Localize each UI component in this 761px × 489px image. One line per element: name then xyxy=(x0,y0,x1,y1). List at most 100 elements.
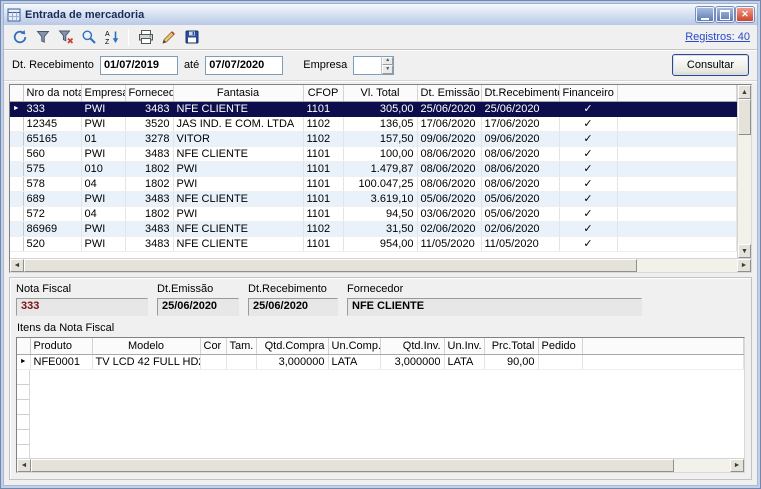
col-fantasia[interactable]: Fantasia xyxy=(173,85,303,101)
cell: 05/06/2020 xyxy=(481,191,559,206)
date-from-input[interactable] xyxy=(100,56,178,75)
col-modelo[interactable]: Modelo xyxy=(92,338,200,354)
scroll-thumb[interactable] xyxy=(31,459,674,472)
sort-az-icon[interactable]: AZ xyxy=(101,27,122,48)
items-table: Produto Modelo Cor Tam. Qtd.Compra Un.Co… xyxy=(17,338,744,370)
spin-down-icon[interactable]: ▼ xyxy=(382,65,393,74)
table-row[interactable]: 689PWI3483NFE CLIENTE11013.619,1005/06/2… xyxy=(10,191,737,206)
close-button[interactable] xyxy=(736,7,754,22)
maximize-button[interactable] xyxy=(716,7,734,22)
dt-recebimento-value: 25/06/2020 xyxy=(248,298,338,316)
notes-horizontal-scrollbar[interactable]: ◄ ► xyxy=(10,258,751,272)
edit-icon[interactable] xyxy=(158,27,179,48)
scroll-track[interactable] xyxy=(24,259,737,272)
save-icon[interactable] xyxy=(181,27,202,48)
col-fornecedor[interactable]: Fornecedor xyxy=(125,85,173,101)
cell: 157,50 xyxy=(343,131,417,146)
col-dt-emissao[interactable]: Dt. Emissão xyxy=(417,85,481,101)
scroll-left-icon[interactable]: ◄ xyxy=(17,459,31,472)
scroll-down-icon[interactable]: ▼ xyxy=(738,244,751,258)
col-cfop[interactable]: CFOP xyxy=(303,85,343,101)
cell: 3483 xyxy=(125,101,173,116)
cell: 560 xyxy=(23,146,81,161)
refresh-icon[interactable] xyxy=(9,27,30,48)
dt-emissao-label: Dt.Emissão xyxy=(157,283,239,295)
col-qtd-compra[interactable]: Qtd.Compra xyxy=(256,338,328,354)
zoom-icon[interactable] xyxy=(78,27,99,48)
col-prc-total[interactable]: Prc.Total xyxy=(484,338,538,354)
col-empresa[interactable]: Empresa xyxy=(81,85,125,101)
col-tam[interactable]: Tam. xyxy=(226,338,256,354)
col-cor[interactable]: Cor xyxy=(200,338,226,354)
scroll-track[interactable] xyxy=(31,459,730,472)
col-vl-total[interactable]: Vl. Total xyxy=(343,85,417,101)
cell: 1102 xyxy=(303,131,343,146)
cell: 1101 xyxy=(303,161,343,176)
scroll-up-icon[interactable]: ▲ xyxy=(738,85,751,99)
col-dt-recebimento[interactable]: Dt.Recebimento xyxy=(481,85,559,101)
cell: 08/06/2020 xyxy=(481,146,559,161)
svg-text:A: A xyxy=(105,31,110,38)
cell: 3,000000 xyxy=(256,354,328,369)
cell-filler xyxy=(617,221,737,236)
scroll-track[interactable] xyxy=(738,135,751,244)
consultar-button[interactable]: Consultar xyxy=(672,54,749,76)
cell: 136,05 xyxy=(343,116,417,131)
table-row[interactable]: 578041802PWI1101100.047,2508/06/202008/0… xyxy=(10,176,737,191)
cell: 08/06/2020 xyxy=(417,146,481,161)
scroll-thumb[interactable] xyxy=(24,259,637,272)
items-header-row: Produto Modelo Cor Tam. Qtd.Compra Un.Co… xyxy=(17,338,744,354)
table-row[interactable]: 520PWI3483NFE CLIENTE1101954,0011/05/202… xyxy=(10,236,737,251)
scroll-right-icon[interactable]: ► xyxy=(730,459,744,472)
cell: 94,50 xyxy=(343,206,417,221)
scroll-left-icon[interactable]: ◄ xyxy=(10,259,24,272)
table-row[interactable]: ►NFE0001TV LCD 42 FULL HD23,000000LATA3,… xyxy=(17,354,744,369)
table-row[interactable]: 12345PWI3520JAS IND. E COM. LTDA1102136,… xyxy=(10,116,737,131)
items-horizontal-scrollbar[interactable]: ◄ ► xyxy=(17,458,744,472)
scroll-thumb[interactable] xyxy=(738,99,751,135)
spin-up-icon[interactable]: ▲ xyxy=(382,57,393,66)
row-indicator xyxy=(10,146,23,161)
table-row[interactable]: 5750101802PWI11011.479,8708/06/202008/06… xyxy=(10,161,737,176)
cell: 05/06/2020 xyxy=(417,191,481,206)
cell: TV LCD 42 FULL HD2 xyxy=(92,354,200,369)
cell: ✓ xyxy=(559,191,617,206)
col-produto[interactable]: Produto xyxy=(30,338,92,354)
table-row[interactable]: 86969PWI3483NFE CLIENTE110231,5002/06/20… xyxy=(10,221,737,236)
col-un-inv[interactable]: Un.Inv. xyxy=(444,338,484,354)
minimize-button[interactable] xyxy=(696,7,714,22)
filter-icon[interactable] xyxy=(32,27,53,48)
cell: 689 xyxy=(23,191,81,206)
table-row[interactable]: 65165013278VITOR1102157,5009/06/202009/0… xyxy=(10,131,737,146)
col-qtd-inv[interactable]: Qtd.Inv. xyxy=(380,338,444,354)
cell: 11/05/2020 xyxy=(417,236,481,251)
row-indicator xyxy=(10,176,23,191)
cell: 09/06/2020 xyxy=(417,131,481,146)
cell: 1101 xyxy=(303,191,343,206)
empresa-input[interactable] xyxy=(353,56,381,75)
cell: ✓ xyxy=(559,221,617,236)
col-pedido[interactable]: Pedido xyxy=(538,338,582,354)
col-financeiro[interactable]: Financeiro xyxy=(559,85,617,101)
date-to-input[interactable] xyxy=(205,56,283,75)
cell: 333 xyxy=(23,101,81,116)
cell: 010 xyxy=(81,161,125,176)
scroll-right-icon[interactable]: ► xyxy=(737,259,751,272)
col-un-comp[interactable]: Un.Comp. xyxy=(328,338,380,354)
window-body: AZ Registros: 40 Dt. Recebimento até Emp… xyxy=(3,25,758,486)
filter-clear-icon[interactable] xyxy=(55,27,76,48)
print-icon[interactable] xyxy=(135,27,156,48)
cell: 3483 xyxy=(125,236,173,251)
table-row[interactable]: ►333PWI3483NFE CLIENTE1101305,0025/06/20… xyxy=(10,101,737,116)
notes-vertical-scrollbar[interactable]: ▲ ▼ xyxy=(737,85,751,258)
cell-filler xyxy=(617,161,737,176)
cell: VITOR xyxy=(173,131,303,146)
table-row[interactable]: 572041802PWI110194,5003/06/202005/06/202… xyxy=(10,206,737,221)
cell: LATA xyxy=(328,354,380,369)
dt-recebimento-field: Dt.Recebimento 25/06/2020 xyxy=(248,283,338,316)
cell: 03/06/2020 xyxy=(417,206,481,221)
registros-link[interactable]: Registros: 40 xyxy=(685,31,752,43)
detail-fields: Nota Fiscal 333 Dt.Emissão 25/06/2020 Dt… xyxy=(16,283,745,316)
col-nro-da-nota[interactable]: Nro da nota xyxy=(23,85,81,101)
table-row[interactable]: 560PWI3483NFE CLIENTE1101100,0008/06/202… xyxy=(10,146,737,161)
